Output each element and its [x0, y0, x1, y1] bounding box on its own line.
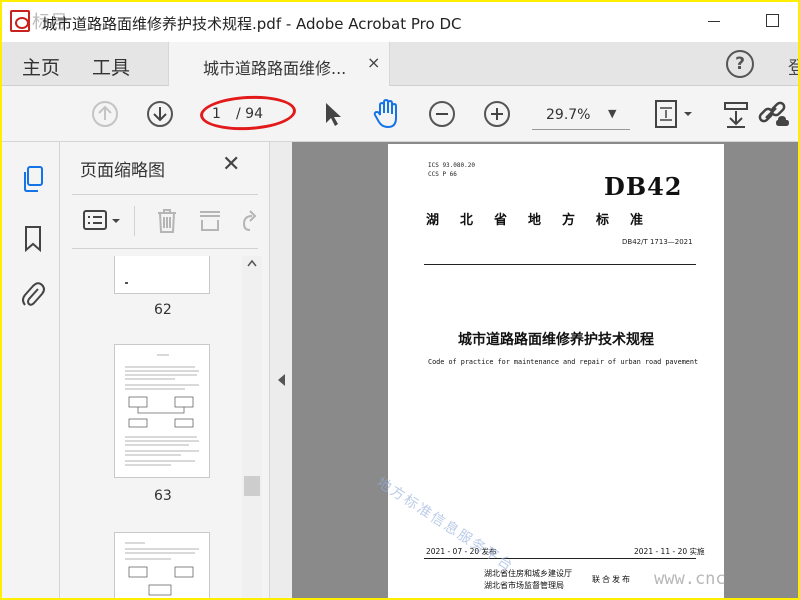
- thumbnail-page[interactable]: [114, 532, 210, 598]
- minus-icon: [436, 113, 448, 115]
- fit-page-icon[interactable]: [652, 98, 694, 130]
- thumbnail-label: 62: [154, 302, 172, 318]
- previous-page-button[interactable]: [92, 101, 118, 127]
- collapse-panel-icon[interactable]: [278, 374, 285, 386]
- select-cursor-icon[interactable]: [320, 100, 344, 128]
- help-icon[interactable]: ?: [726, 50, 754, 78]
- arrow-down-icon: [153, 107, 167, 122]
- panel-collapse-strip[interactable]: [270, 142, 292, 598]
- divider: [72, 248, 258, 249]
- zoom-select[interactable]: 29.7% ▼: [532, 100, 630, 130]
- hand-tool-icon[interactable]: [372, 98, 402, 130]
- standard-number: DB42/T 1713—2021: [622, 238, 693, 246]
- standard-code: DB42: [604, 172, 683, 201]
- zoom-out-button[interactable]: [429, 101, 455, 127]
- acrobat-window: 标号 城市道路路面维修养护技术规程.pdf - Adobe Acrobat Pr…: [2, 2, 798, 598]
- attachment-icon[interactable]: [20, 280, 46, 310]
- rotate-page-icon[interactable]: [236, 206, 260, 236]
- options-menu-icon[interactable]: [82, 208, 124, 234]
- issue-action: 联合发布: [592, 575, 632, 584]
- main-toolbar: 1 / 94 29.7% ▼: [2, 86, 798, 142]
- scrollbar-thumb[interactable]: [244, 476, 260, 496]
- tab-tools[interactable]: 工具: [92, 53, 130, 80]
- thumbnail-scrollbar[interactable]: [242, 256, 262, 598]
- url-watermark: www.cnc: [654, 569, 726, 589]
- zoom-in-button[interactable]: [484, 101, 510, 127]
- page-display-icon[interactable]: [722, 100, 750, 130]
- sign-in-link[interactable]: 登: [788, 54, 798, 80]
- pdf-app-icon: [10, 10, 30, 32]
- standard-type: 湖北省地方标准: [426, 213, 665, 228]
- insert-page-icon[interactable]: [196, 206, 224, 236]
- ics-code: ICS 93.080.20: [428, 162, 475, 169]
- tab-home[interactable]: 主页: [22, 53, 60, 80]
- ccs-code: CCS P 66: [428, 171, 457, 178]
- document-title-en: Code of practice for maintenance and rep…: [428, 358, 699, 366]
- plus-icon: [491, 108, 503, 120]
- implement-date: 2021 - 11 - 20 实施: [634, 547, 705, 556]
- rule-line: [424, 558, 696, 559]
- minimize-button[interactable]: [708, 14, 722, 28]
- thumbnail-content: [125, 542, 199, 596]
- rule-line: [424, 264, 696, 265]
- panel-title: 页面缩略图: [80, 161, 165, 181]
- scroll-up-icon[interactable]: [246, 258, 258, 268]
- next-page-button[interactable]: [147, 101, 173, 127]
- close-panel-icon[interactable]: ✕: [222, 152, 240, 177]
- document-title-cn: 城市道路路面维修养护技术规程: [458, 332, 654, 348]
- tab-document[interactable]: 城市道路路面维修... ×: [168, 42, 390, 86]
- tab-bar: 主页 工具 城市道路路面维修... × ? 登: [2, 42, 798, 86]
- thumbnail-page[interactable]: [114, 256, 210, 294]
- chevron-down-icon: ▼: [608, 107, 617, 120]
- thumbnails-panel: 页面缩略图 ✕ 62 63: [60, 142, 270, 598]
- title-bar: 标号 城市道路路面维修养护技术规程.pdf - Adobe Acrobat Pr…: [2, 2, 798, 42]
- bookmark-icon[interactable]: [22, 224, 44, 254]
- window-title: 城市道路路面维修养护技术规程.pdf - Adobe Acrobat Pro D…: [42, 15, 462, 33]
- close-tab-icon[interactable]: ×: [367, 53, 380, 72]
- maximize-button[interactable]: [766, 14, 779, 27]
- thumbnail-content: [125, 354, 199, 466]
- left-rail: [2, 142, 60, 598]
- zoom-value: 29.7%: [546, 107, 591, 123]
- document-tab-label: 城市道路路面维修...: [203, 59, 347, 78]
- thumbnail-label: 63: [154, 488, 172, 504]
- delete-page-icon[interactable]: [154, 206, 180, 236]
- thumbnail-page[interactable]: [114, 344, 210, 478]
- divider: [72, 194, 258, 195]
- issuer-2: 湖北省市场监督管理局: [484, 581, 564, 590]
- share-link-icon[interactable]: [756, 98, 790, 130]
- document-viewport[interactable]: ICS 93.080.20 CCS P 66 DB42 湖北省地方标准 DB42…: [292, 142, 798, 598]
- page-thumbnails-icon[interactable]: [20, 164, 46, 194]
- divider: [134, 206, 135, 236]
- arrow-up-icon: [98, 105, 112, 120]
